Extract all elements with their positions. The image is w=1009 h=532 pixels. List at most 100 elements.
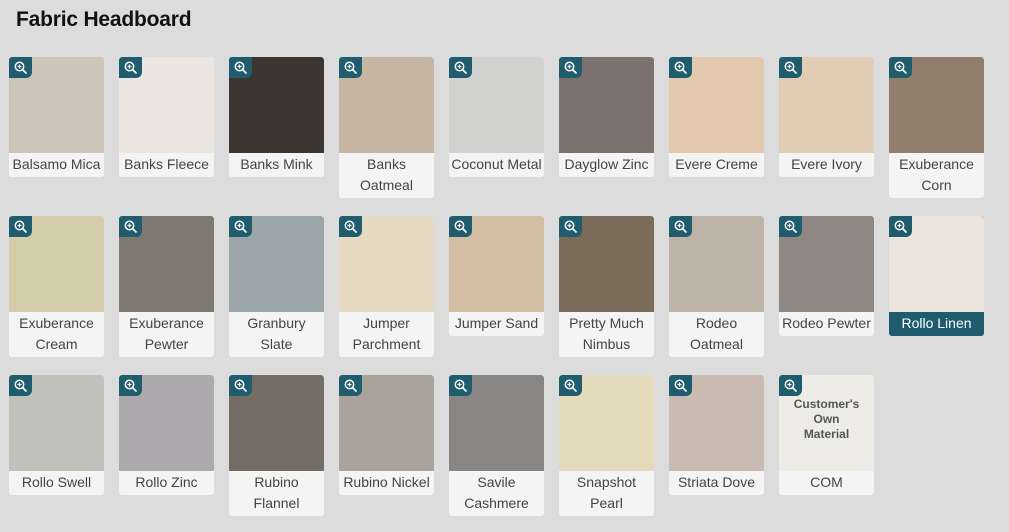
zoom-in-icon[interactable]	[119, 375, 142, 396]
swatch-image[interactable]	[449, 57, 544, 153]
swatch-image[interactable]	[339, 375, 434, 471]
fabric-swatch[interactable]: Savile Cashmere	[449, 375, 544, 516]
swatch-image[interactable]	[229, 57, 324, 153]
swatch-image[interactable]	[889, 57, 984, 153]
swatch-label: Coconut Metal	[451, 156, 542, 172]
fabric-swatch[interactable]: Dayglow Zinc	[559, 57, 654, 177]
swatch-label: Pretty Much Nimbus	[569, 315, 644, 352]
section-title: Fabric Headboard	[16, 8, 192, 31]
zoom-in-icon[interactable]	[9, 57, 32, 78]
zoom-in-icon[interactable]	[339, 57, 362, 78]
fabric-swatch[interactable]: Customer's Own Material COM	[779, 375, 874, 495]
fabric-swatch[interactable]: Rollo Linen	[889, 216, 984, 336]
zoom-in-icon[interactable]	[449, 216, 472, 237]
fabric-swatch[interactable]: Rubino Flannel	[229, 375, 324, 516]
swatch-image[interactable]	[229, 375, 324, 471]
swatch-image[interactable]	[449, 216, 544, 312]
swatch-image[interactable]	[779, 57, 874, 153]
swatch-image[interactable]	[339, 216, 434, 312]
zoom-in-icon[interactable]	[449, 375, 472, 396]
swatch-image[interactable]	[339, 57, 434, 153]
zoom-in-icon[interactable]	[449, 57, 472, 78]
swatch-label: Snapshot Pearl	[576, 474, 637, 511]
zoom-in-icon[interactable]	[9, 216, 32, 237]
fabric-swatch[interactable]: Balsamo Mica	[9, 57, 104, 177]
fabric-swatch[interactable]: Rubino Nickel	[339, 375, 434, 495]
swatch-label: Rollo Zinc	[135, 474, 198, 490]
swatch-label: Banks Mink	[240, 156, 313, 172]
zoom-in-icon[interactable]	[889, 216, 912, 237]
fabric-swatch[interactable]: Snapshot Pearl	[559, 375, 654, 516]
swatch-image[interactable]	[449, 375, 544, 471]
zoom-in-icon[interactable]	[669, 375, 692, 396]
zoom-in-icon[interactable]	[229, 375, 252, 396]
fabric-swatch[interactable]: Banks Mink	[229, 57, 324, 177]
swatch-label: Exuberance Pewter	[129, 315, 204, 352]
zoom-in-icon[interactable]	[119, 216, 142, 237]
zoom-in-icon[interactable]	[9, 375, 32, 396]
swatch-image[interactable]: Customer's Own Material	[779, 375, 874, 471]
swatch-label: Evere Ivory	[791, 156, 862, 172]
swatch-image[interactable]	[889, 216, 984, 312]
zoom-in-icon[interactable]	[229, 57, 252, 78]
fabric-swatch[interactable]: Granbury Slate	[229, 216, 324, 357]
zoom-in-icon[interactable]	[889, 57, 912, 78]
swatch-image[interactable]	[9, 375, 104, 471]
swatch-label: Banks Fleece	[124, 156, 209, 172]
fabric-swatch[interactable]: Rollo Zinc	[119, 375, 214, 495]
fabric-swatch[interactable]: Evere Creme	[669, 57, 764, 177]
swatch-image[interactable]	[559, 216, 654, 312]
zoom-in-icon[interactable]	[779, 57, 802, 78]
swatch-image[interactable]	[119, 57, 214, 153]
swatch-image[interactable]	[559, 57, 654, 153]
swatch-image[interactable]	[9, 216, 104, 312]
fabric-swatch[interactable]: Exuberance Pewter	[119, 216, 214, 357]
fabric-swatch[interactable]: Rodeo Oatmeal	[669, 216, 764, 357]
fabric-swatch[interactable]: Exuberance Corn	[889, 57, 984, 198]
swatch-image[interactable]	[119, 375, 214, 471]
zoom-in-icon[interactable]	[339, 375, 362, 396]
swatch-label: Balsamo Mica	[12, 156, 101, 172]
swatch-label: Jumper Parchment	[352, 315, 421, 352]
fabric-swatch[interactable]: Banks Fleece	[119, 57, 214, 177]
swatch-image[interactable]	[669, 57, 764, 153]
zoom-in-icon[interactable]	[559, 375, 582, 396]
zoom-in-icon[interactable]	[229, 216, 252, 237]
swatch-image[interactable]	[9, 57, 104, 153]
swatch-row: Rollo Swell Rollo Zinc Rubino Flannel Rubin…	[9, 375, 999, 520]
fabric-swatch[interactable]: Banks Oatmeal	[339, 57, 434, 198]
zoom-in-icon[interactable]	[779, 216, 802, 237]
swatch-label: Exuberance Cream	[19, 315, 94, 352]
fabric-swatch[interactable]: Coconut Metal	[449, 57, 544, 177]
fabric-swatch[interactable]: Rollo Swell	[9, 375, 104, 495]
swatch-label: Savile Cashmere	[464, 474, 529, 511]
zoom-in-icon[interactable]	[779, 375, 802, 396]
swatch-label: Rodeo Oatmeal	[690, 315, 743, 352]
swatch-image[interactable]	[559, 375, 654, 471]
swatch-label: Rollo Linen	[901, 315, 972, 331]
zoom-in-icon[interactable]	[559, 216, 582, 237]
swatch-image[interactable]	[669, 375, 764, 471]
swatch-image[interactable]	[779, 216, 874, 312]
zoom-in-icon[interactable]	[339, 216, 362, 237]
swatch-label: Banks Oatmeal	[360, 156, 413, 193]
fabric-swatch[interactable]: Pretty Much Nimbus	[559, 216, 654, 357]
zoom-in-icon[interactable]	[669, 57, 692, 78]
fabric-swatch[interactable]: Rodeo Pewter	[779, 216, 874, 336]
fabric-swatch[interactable]: Exuberance Cream	[9, 216, 104, 357]
fabric-swatch[interactable]: Evere Ivory	[779, 57, 874, 177]
zoom-in-icon[interactable]	[559, 57, 582, 78]
swatch-label: Rodeo Pewter	[782, 315, 871, 331]
swatch-image[interactable]	[119, 216, 214, 312]
swatch-image[interactable]	[229, 216, 324, 312]
fabric-swatch[interactable]: Striata Dove	[669, 375, 764, 495]
fabric-swatch[interactable]: Jumper Parchment	[339, 216, 434, 357]
com-image-text: Customer's Own Material	[793, 397, 860, 441]
swatch-image[interactable]	[669, 216, 764, 312]
swatch-row: Exuberance Cream Exuberance Pewter Granbur…	[9, 216, 999, 361]
fabric-swatch[interactable]: Jumper Sand	[449, 216, 544, 336]
swatch-label: Rubino Nickel	[343, 474, 430, 490]
zoom-in-icon[interactable]	[669, 216, 692, 237]
swatch-grid: Balsamo Mica Banks Fleece Banks Mink Banks …	[9, 57, 999, 532]
zoom-in-icon[interactable]	[119, 57, 142, 78]
